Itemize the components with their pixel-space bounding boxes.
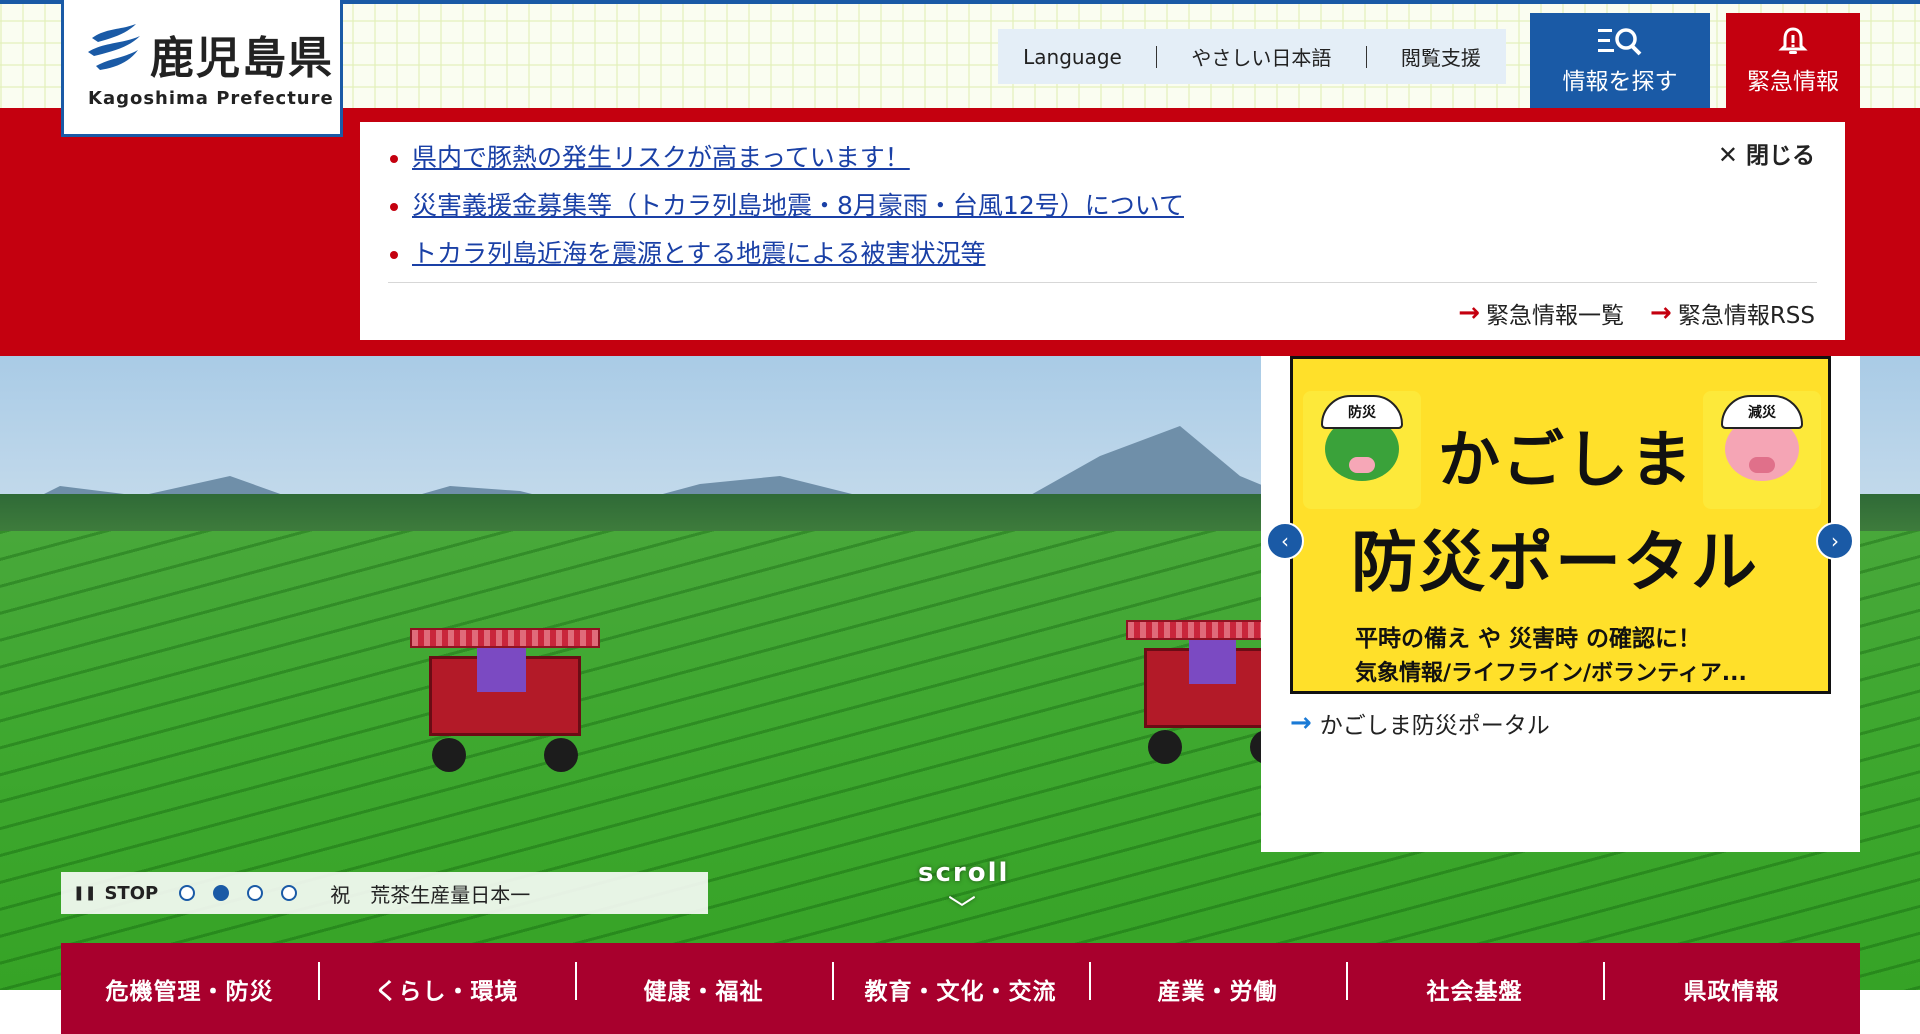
mascot-gensai: 減災: [1703, 391, 1821, 509]
slide-dot[interactable]: [247, 885, 264, 901]
site-logo[interactable]: 鹿児島県 Kagoshima Prefecture: [61, 0, 343, 137]
nav-crisis-management[interactable]: 危機管理・防災: [61, 972, 318, 1006]
mascot-helmet: 減災: [1721, 395, 1803, 429]
chevron-down-icon[interactable]: ﹀: [948, 888, 976, 928]
tea-harvester: [410, 628, 600, 772]
site-header: 鹿児島県 Kagoshima Prefecture Language やさしい日…: [0, 0, 1920, 137]
harvester-wheel: [544, 738, 578, 772]
logo-english-text: Kagoshima Prefecture: [88, 88, 334, 109]
emergency-item: 県内で豚熱の発生リスクが高まっています！: [388, 134, 1184, 182]
emergency-rss-label: 緊急情報RSS: [1677, 303, 1815, 329]
nav-infrastructure[interactable]: 社会基盤: [1346, 961, 1603, 1006]
global-navigation: 危機管理・防災 くらし・環境 健康・福祉 教育・文化・交流 産業・労働 社会基盤…: [61, 943, 1860, 1034]
nav-prefectural-government[interactable]: 県政情報: [1603, 961, 1860, 1006]
banner-subtitle-line2: 気象情報/ライフライン/ボランティア...: [1355, 661, 1747, 686]
arrow-right-icon: →: [1458, 298, 1481, 328]
arrow-right-icon: →: [1650, 298, 1672, 328]
scroll-hint-label[interactable]: scroll: [918, 858, 1009, 888]
mascot-snout: [1749, 457, 1775, 473]
emergency-link-swine-fever[interactable]: 県内で豚熱の発生リスクが高まっています！: [412, 143, 910, 172]
nav-industry-labor[interactable]: 産業・労働: [1089, 961, 1346, 1006]
close-panel-button[interactable]: ✕ 閉じる: [1718, 136, 1815, 170]
slide-caption: 祝 荒茶生産量日本一: [330, 882, 531, 907]
accessibility-link[interactable]: 閲覧支援: [1385, 42, 1497, 71]
find-info-button[interactable]: 情報を探す: [1530, 13, 1710, 108]
close-label: 閉じる: [1746, 143, 1815, 169]
nav-living-environment[interactable]: くらし・環境: [318, 961, 575, 1006]
harvester-roof: [410, 628, 600, 648]
stop-label: STOP: [104, 882, 159, 904]
disaster-portal-banner[interactable]: 防災 減災 かごしま 防災ポータル 平時の備え や 災害時 の確認に！ 気象情報…: [1290, 356, 1831, 694]
emergency-info-label: 緊急情報: [1747, 68, 1839, 95]
easy-japanese-link[interactable]: やさしい日本語: [1175, 42, 1347, 71]
util-separator: [1365, 45, 1367, 68]
nav-education-culture[interactable]: 教育・文化・交流: [832, 961, 1089, 1006]
disaster-portal-link[interactable]: → かごしま防災ポータル: [1290, 706, 1550, 740]
close-icon: ✕: [1717, 141, 1738, 169]
mascot-helmet: 防災: [1321, 395, 1403, 429]
emergency-rss-link[interactable]: → 緊急情報RSS: [1650, 296, 1815, 330]
emergency-info-button[interactable]: 緊急情報: [1726, 13, 1860, 108]
emergency-list: 県内で豚熱の発生リスクが高まっています！ 災害義援金募集等（トカラ列島地震・8月…: [388, 134, 1184, 278]
pause-icon: ❚❚: [73, 885, 97, 901]
logo-japanese-text: 鹿児島県: [150, 33, 334, 84]
emergency-item: 災害義援金募集等（トカラ列島地震・8月豪雨・台風12号）について: [388, 182, 1184, 230]
panel-links: → 緊急情報一覧 → 緊急情報RSS: [1458, 296, 1815, 330]
alert-bell-icon: [1778, 26, 1808, 54]
carousel-next-button[interactable]: ›: [1816, 522, 1854, 560]
harvester-cab: [1189, 640, 1236, 684]
disaster-portal-link-label: かごしま防災ポータル: [1319, 713, 1550, 739]
emergency-panel: 県内で豚熱の発生リスクが高まっています！ 災害義援金募集等（トカラ列島地震・8月…: [360, 122, 1845, 340]
emergency-list-link[interactable]: → 緊急情報一覧: [1458, 296, 1624, 330]
prefecture-logo-icon: [88, 24, 140, 70]
emergency-link-donations[interactable]: 災害義援金募集等（トカラ列島地震・8月豪雨・台風12号）について: [412, 191, 1184, 220]
emergency-list-label: 緊急情報一覧: [1486, 303, 1625, 329]
arrow-right-icon: →: [1290, 708, 1312, 738]
emergency-item: トカラ列島近海を震源とする地震による被害状況等: [388, 230, 1184, 278]
side-banner-card: 防災 減災 かごしま 防災ポータル 平時の備え や 災害時 の確認に！ 気象情報…: [1261, 356, 1860, 852]
slide-dot[interactable]: [179, 885, 196, 901]
banner-title-line2: 防災ポータル: [1351, 524, 1759, 601]
language-link[interactable]: Language: [1007, 45, 1138, 69]
carousel-prev-button[interactable]: ‹: [1266, 522, 1304, 560]
mascot-bousai: 防災: [1303, 391, 1421, 509]
chevron-right-icon: ›: [1831, 529, 1839, 553]
search-list-icon: [1598, 27, 1642, 55]
harvester-wheel: [432, 738, 466, 772]
slide-dot[interactable]: [213, 885, 230, 901]
chevron-left-icon: ‹: [1281, 529, 1289, 553]
emergency-link-earthquake-damage[interactable]: トカラ列島近海を震源とする地震による被害状況等: [412, 239, 986, 268]
harvester-wheel: [1148, 730, 1182, 764]
harvester-cab: [476, 648, 526, 692]
nav-health-welfare[interactable]: 健康・福祉: [575, 961, 832, 1006]
panel-divider: [388, 282, 1817, 283]
banner-title-line1: かごしま: [1438, 423, 1695, 496]
banner-subtitle-line1: 平時の備え や 災害時 の確認に！: [1355, 626, 1702, 652]
slideshow-stop-button[interactable]: ❚❚ STOP: [61, 883, 170, 904]
utility-bar: Language やさしい日本語 閲覧支援: [998, 29, 1506, 84]
find-info-label: 情報を探す: [1562, 68, 1678, 95]
mascot-snout: [1349, 457, 1375, 473]
slide-dot[interactable]: [281, 885, 298, 901]
util-separator: [1156, 45, 1158, 68]
slideshow-controls: ❚❚ STOP 祝 荒茶生産量日本一: [61, 872, 708, 914]
